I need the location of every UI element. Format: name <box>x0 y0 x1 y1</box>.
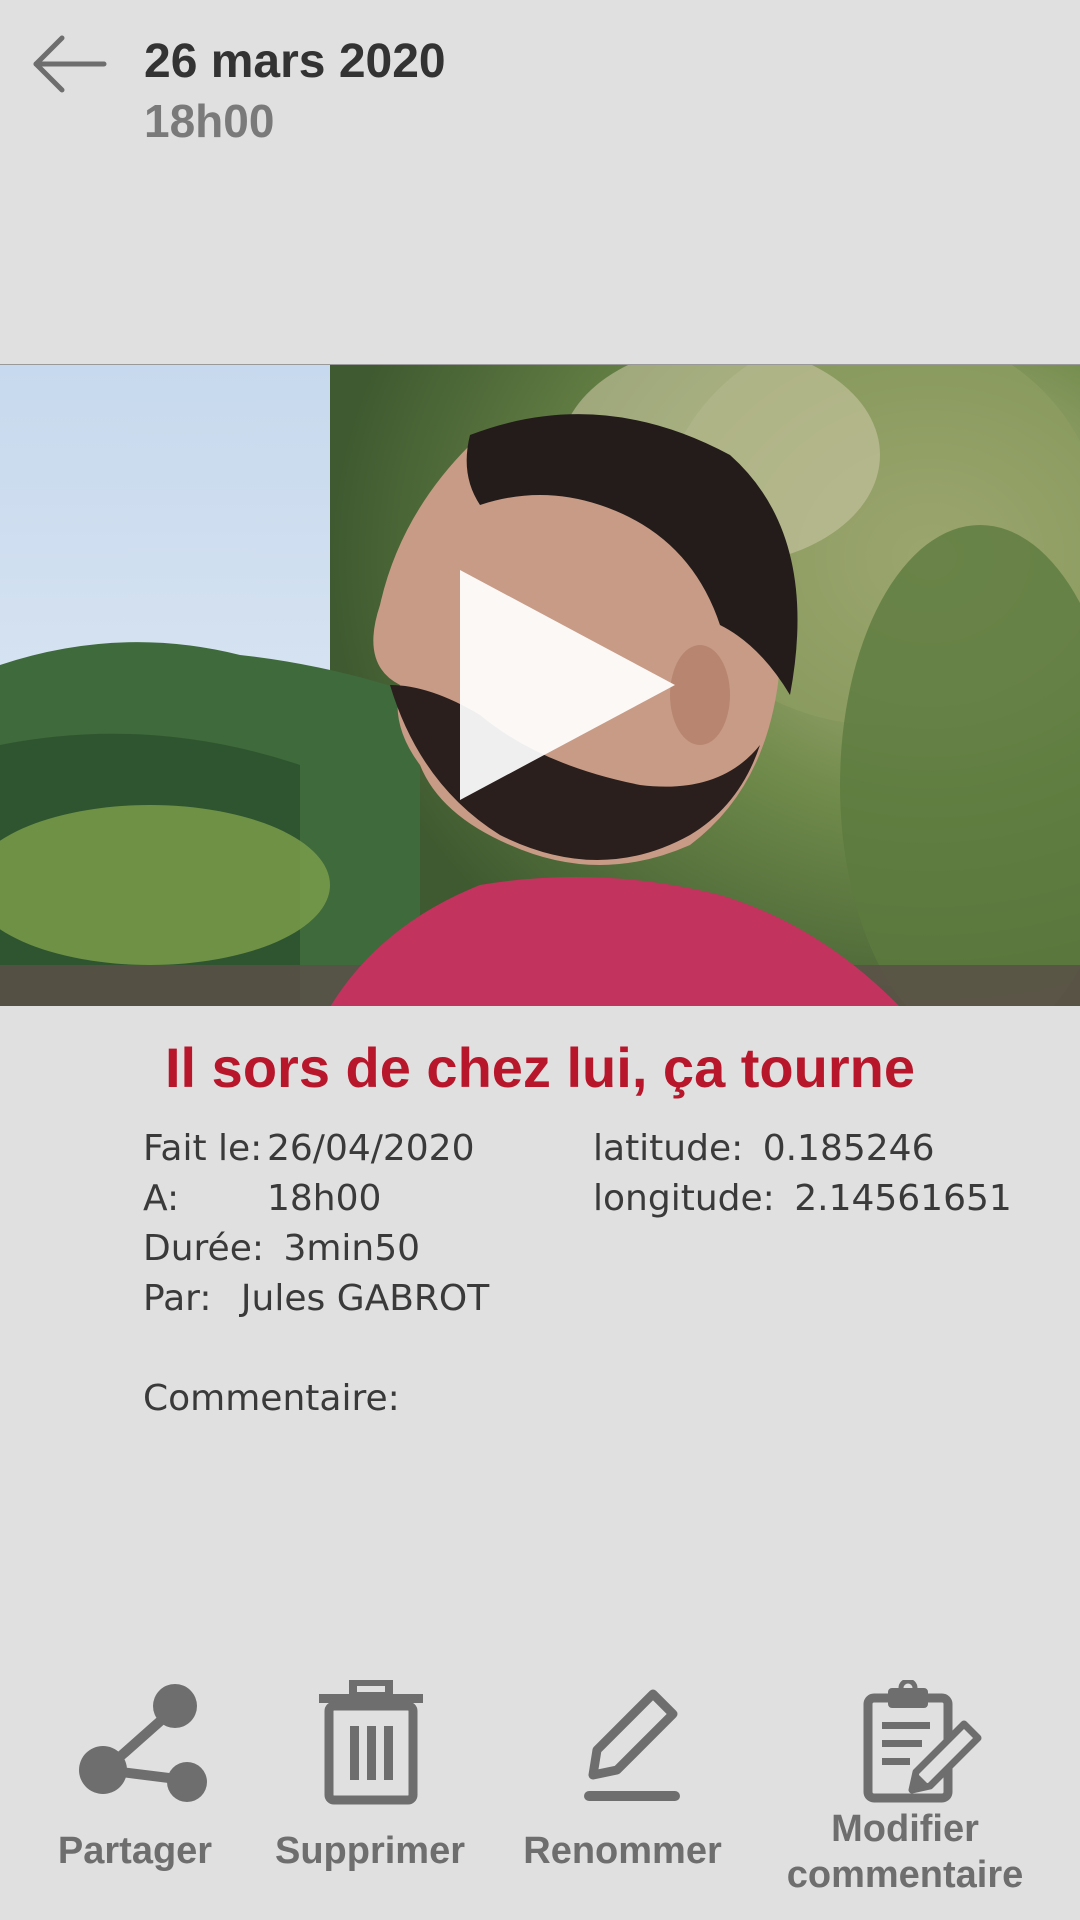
longitude-value: 2.14561651 <box>794 1178 1012 1219</box>
share-button[interactable]: Partager <box>30 1680 240 1880</box>
made-time-row: A: 18h00 <box>143 1178 381 1219</box>
duration-label: Durée: <box>143 1228 264 1269</box>
at-value: 18h00 <box>267 1178 382 1219</box>
by-value: Jules GABROT <box>240 1278 490 1319</box>
share-icon <box>79 1684 207 1802</box>
arrow-left-icon <box>33 35 107 93</box>
play-icon <box>460 570 675 800</box>
header-time: 18h00 <box>144 95 275 147</box>
duration-value: 3min50 <box>283 1228 421 1269</box>
rename-button[interactable]: Renommer <box>505 1680 740 1880</box>
latitude-row: latitude: 0.185246 <box>593 1128 934 1169</box>
clipboard-edit-icon <box>863 1680 982 1803</box>
share-label: Partager <box>57 1830 213 1872</box>
at-label: A: <box>143 1178 180 1219</box>
delete-label: Supprimer <box>274 1830 466 1872</box>
edit-comment-label-line2: commentaire <box>786 1854 1024 1896</box>
made-value: 26/04/2020 <box>267 1128 475 1169</box>
video-title: Il sors de chez lui, ça tourne <box>165 1036 915 1099</box>
longitude-row: longitude: 2.14561651 <box>593 1178 1012 1219</box>
longitude-label: longitude: <box>593 1178 775 1219</box>
back-button[interactable] <box>30 30 110 100</box>
author-row: Par: Jules GABROT <box>143 1278 489 1319</box>
rename-label: Renommer <box>523 1830 722 1872</box>
latitude-value: 0.185246 <box>762 1128 935 1169</box>
made-date-row: Fait le: 26/04/2020 <box>143 1128 475 1169</box>
video-detail-screen: 26 mars 2020 18h00 Il sors de chez lui, … <box>0 0 1080 1920</box>
trash-icon <box>319 1680 423 1805</box>
edit-comment-button[interactable]: Modifier commentaire <box>760 1680 1050 1900</box>
edit-comment-label-line1: Modifier <box>831 1808 979 1850</box>
pencil-icon <box>584 1689 680 1801</box>
header-date: 26 mars 2020 <box>144 35 446 88</box>
play-button[interactable] <box>440 560 690 810</box>
latitude-label: latitude: <box>593 1128 744 1169</box>
by-label: Par: <box>143 1278 212 1319</box>
duration-row: Durée: 3min50 <box>143 1228 420 1269</box>
delete-button[interactable]: Supprimer <box>255 1680 485 1880</box>
comment-label: Commentaire: <box>143 1378 400 1419</box>
made-label: Fait le: <box>143 1128 263 1169</box>
header: 26 mars 2020 18h00 <box>0 0 1080 160</box>
